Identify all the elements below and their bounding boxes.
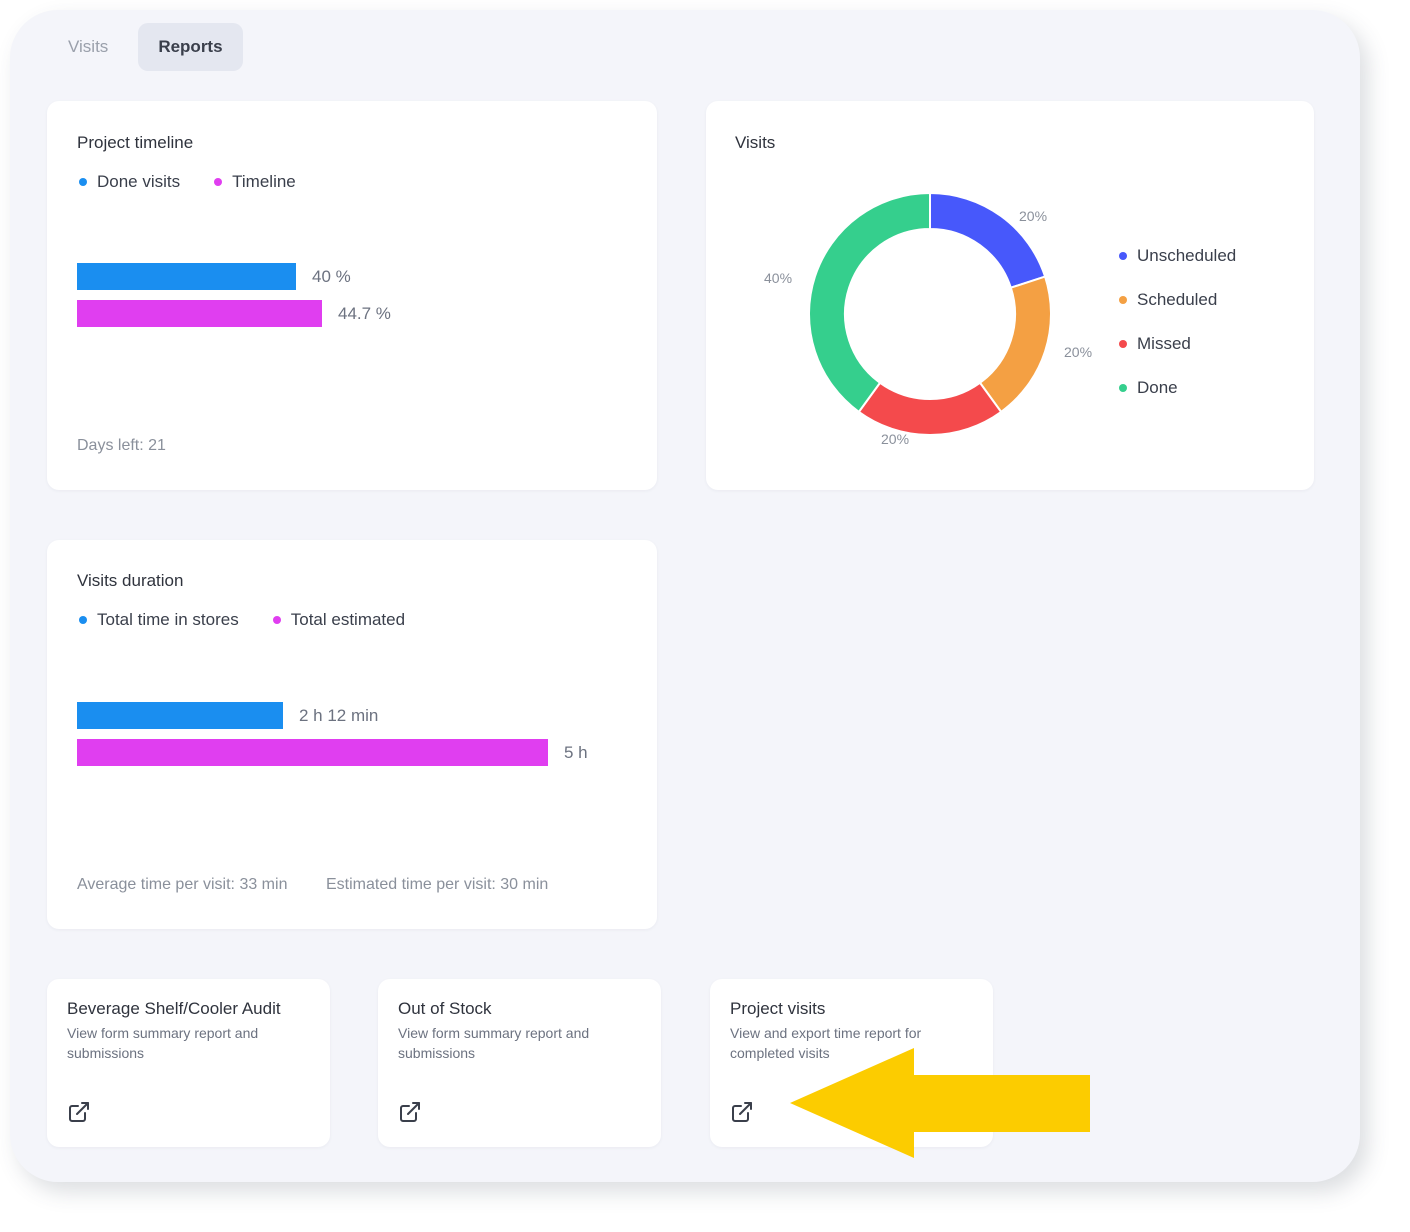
report-card-description: View form summary report and submissions [67,1025,259,1061]
legend-label: Done [1137,378,1178,397]
green-dot-icon [1119,384,1127,392]
project-timeline-card: Project timeline Done visits Timeline 40… [47,101,657,490]
legend-item-scheduled: Scheduled [1119,278,1236,322]
report-card-description: View form summary report and submissions [398,1025,590,1061]
legend-item-unscheduled: Unscheduled [1119,234,1236,278]
magenta-dot-icon [272,616,281,624]
donut-slice-scheduled [978,275,1052,414]
visits-duration-legend: Total time in stores Total estimated [79,610,405,630]
total-estimated-value: 5 h [564,743,588,762]
project-timeline-title: Project timeline [77,133,194,152]
done-visits-bar [77,263,296,290]
external-link-icon[interactable] [730,1100,754,1124]
magenta-dot-icon [214,178,223,186]
tab-visits[interactable]: Visits [48,23,128,71]
legend-label: Scheduled [1137,290,1218,309]
legend-item-done: Done [1119,366,1236,410]
visits-chart-card: Visits 20% 20% 20% 40% Unscheduled Sched… [706,101,1314,490]
legend-label: Done visits [97,172,181,191]
visits-legend: Unscheduled Scheduled Missed Done [1119,234,1236,410]
legend-label: Unscheduled [1137,246,1237,265]
red-dot-icon [1119,340,1127,348]
external-link-icon[interactable] [398,1100,422,1124]
done-visits-value: 40 % [312,267,351,286]
donut-slice-missed [857,381,1003,436]
report-card-title: Project visits [730,999,826,1018]
legend-label: Total time in stores [97,610,239,629]
tab-bar: Visits Reports [48,23,243,71]
legend-label: Total estimated [290,610,406,629]
blue-dot-icon [79,616,87,624]
external-link-icon[interactable] [67,1100,91,1124]
total-time-value: 2 h 12 min [299,706,379,725]
donut-slice-done [808,191,931,414]
legend-item-total-time: Total time in stores [79,610,239,630]
legend-item-timeline: Timeline [214,172,296,192]
donut-label-unscheduled: 20% [1019,208,1048,224]
project-timeline-legend: Done visits Timeline [79,172,296,192]
visits-duration-title: Visits duration [77,571,184,590]
report-card-beverage-audit[interactable]: Beverage Shelf/Cooler Audit View form su… [47,979,330,1147]
total-estimated-bar [77,739,548,766]
legend-item-missed: Missed [1119,322,1236,366]
days-left: Days left: 21 [77,437,166,454]
donut-label-done: 40% [764,270,793,286]
report-card-description: View and export time report for complete… [730,1025,922,1061]
donut-label-scheduled: 20% [1064,344,1093,360]
estimated-time-per-visit: Estimated time per visit: 30 min [326,876,549,893]
report-card-title: Beverage Shelf/Cooler Audit [67,999,281,1018]
reports-panel: Visits Reports Project timeline Done vis… [10,10,1360,1182]
report-card-out-of-stock[interactable]: Out of Stock View form summary report an… [378,979,661,1147]
blue-dot-icon [79,178,87,186]
report-card-project-visits[interactable]: Project visits View and export time repo… [710,979,993,1147]
donut-label-missed: 20% [881,431,910,447]
timeline-value: 44.7 % [338,304,391,323]
orange-dot-icon [1119,296,1127,304]
timeline-bar [77,300,322,327]
legend-item-done-visits: Done visits [79,172,180,192]
total-time-bar [77,702,283,729]
blue-dot-icon [1119,252,1127,260]
average-time-per-visit: Average time per visit: 33 min [77,876,288,893]
legend-label: Timeline [232,172,296,191]
visits-duration-card: Visits duration Total time in stores Tot… [47,540,657,929]
legend-label: Missed [1137,334,1191,353]
report-card-title: Out of Stock [398,999,492,1018]
tab-reports[interactable]: Reports [138,23,243,71]
legend-item-total-estimated: Total estimated [272,610,406,630]
